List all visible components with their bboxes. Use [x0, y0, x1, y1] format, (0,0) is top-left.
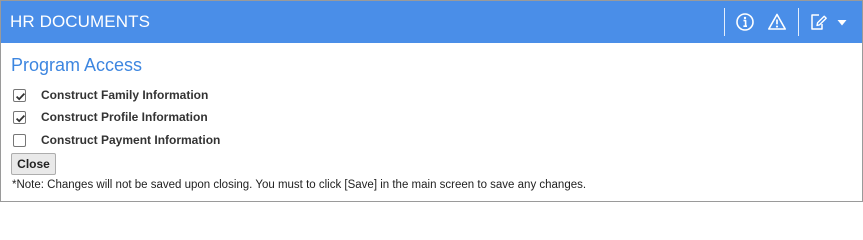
header-separator [724, 8, 725, 36]
dialog-body: Program Access Construct Family Informat… [1, 43, 862, 201]
option-construct-family[interactable]: Construct Family Information [13, 86, 208, 104]
checkbox-construct-family[interactable] [13, 88, 26, 102]
section-title: Program Access [11, 55, 143, 75]
caret-down-icon[interactable] [834, 12, 850, 32]
option-label: Construct Family Information [41, 88, 209, 102]
edit-document-icon[interactable] [808, 12, 828, 32]
info-icon[interactable] [735, 12, 755, 32]
warning-icon[interactable] [767, 12, 787, 32]
dialog-title: HR DOCUMENTS [10, 12, 151, 31]
save-note: *Note: Changes will not be saved upon cl… [12, 179, 587, 191]
option-construct-payment[interactable]: Construct Payment Information [13, 131, 220, 149]
option-label: Construct Payment Information [41, 133, 221, 147]
checkbox-construct-profile[interactable] [13, 110, 26, 124]
close-button[interactable]: Close [11, 153, 56, 175]
hr-documents-dialog: HR DOCUMENTS Program Access Construct Fa… [0, 0, 863, 202]
header-separator [798, 8, 799, 36]
checkbox-construct-payment[interactable] [13, 133, 26, 147]
dialog-header: HR DOCUMENTS [1, 1, 862, 43]
option-construct-profile[interactable]: Construct Profile Information [13, 108, 208, 126]
option-label: Construct Profile Information [41, 110, 208, 124]
